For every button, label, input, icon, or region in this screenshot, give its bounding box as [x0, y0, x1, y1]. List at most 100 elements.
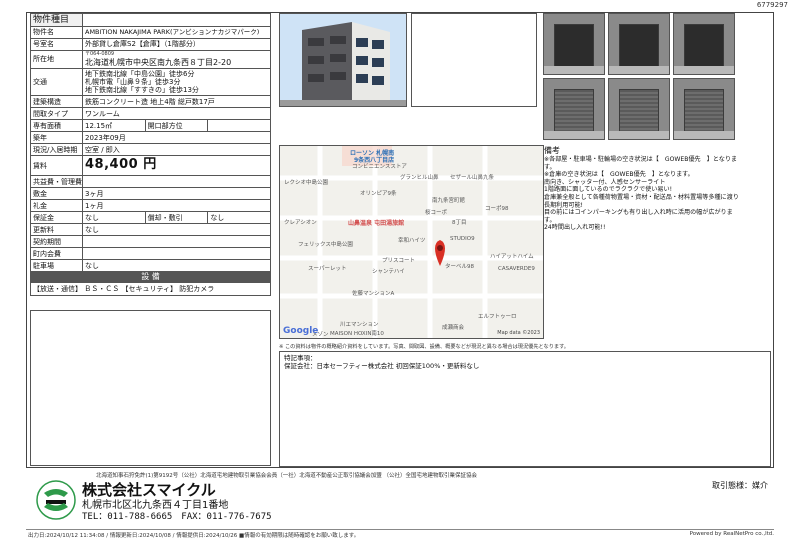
map-label: 幸和ハイツ [398, 238, 426, 244]
map-label: 桜コーポ [425, 210, 448, 216]
shutter-photo[interactable] [673, 78, 735, 140]
orientation-label: 開口部方位 [144, 119, 209, 133]
equipment-value: 【放送・通信】 ＢＳ・ＣＳ 【セキュリティ】 防犯カメラ [30, 282, 271, 297]
special-notes: 特記事項： 保証会社：日本セーフティー株式会社 初回保証100%・更新料なし [279, 351, 771, 467]
remarks-line: 24時間出し入れ可能!! [544, 224, 606, 232]
company-logo-icon [36, 480, 76, 520]
header-label: 物件種目 [30, 13, 83, 27]
map-label: 山鼻温泉 屯田湯旅館 [348, 220, 405, 227]
key-money-label: 礼金 [30, 199, 83, 213]
community-fee-label: 町内会費 [30, 247, 83, 261]
storage-photo[interactable] [543, 13, 605, 75]
remarks-line: 目の前にはコインパーキングも有り出し入れ時に活用の幅が広がりま [544, 209, 733, 217]
amortization-label: 償却・敷引 [144, 211, 209, 225]
map-label: 佐藤マンションA [352, 291, 395, 297]
parking-label: 駐車場 [30, 259, 83, 273]
map-label: クレアシオン [284, 220, 317, 226]
google-logo: Google [283, 326, 319, 336]
map-label: 成瀬商会 [442, 325, 465, 331]
location-label: 所在地 [30, 50, 83, 69]
storage-photo[interactable] [608, 13, 670, 75]
area-label: 専有面積 [30, 119, 83, 133]
remarks-line: ※倉庫の空き状況は【 GOWEB優先 】となります。 [544, 171, 694, 179]
page-id: 6779297 [756, 1, 788, 9]
map-label: エルフトゥーロ [478, 314, 517, 320]
license-info: 北海道知事石狩免許(1)第9192号（公社）北海道宅地建物取引業協会会員（一社）… [96, 473, 478, 479]
photo-placeholder [411, 13, 537, 107]
renewal-label: 更新料 [30, 223, 83, 237]
shutter-photo[interactable] [608, 78, 670, 140]
map-label: 8丁目 [452, 220, 467, 226]
parking-value: なし [82, 259, 271, 273]
transaction-type: 取引態様：媒介 [712, 481, 768, 490]
map-label: オリンピア9条 [360, 191, 397, 197]
remarks-line: ※各部屋・駐車場・駐輪場の空き状況は【 GOWEB優先 】となりま [544, 156, 738, 163]
layout-value: ワンルーム [82, 107, 271, 121]
blank-panel [30, 310, 271, 466]
map-label: セザール山鼻九条 [450, 175, 495, 181]
map-label: フェリックス中島公園 [298, 242, 353, 248]
common-fee-value [82, 175, 271, 189]
built-label: 築年 [30, 131, 83, 145]
status-value: 空室 / 即入 [82, 143, 271, 157]
location-map[interactable]: ローソン 札幌南 9条西八丁目店 コンビニエンスストア レクシオ中島公園 グラン… [279, 145, 544, 339]
layout-label: 間取タイプ [30, 107, 83, 121]
shutter-photo[interactable] [543, 78, 605, 140]
map-label: スーパーレット [308, 266, 347, 272]
room-name: 外部貸し倉庫S2【倉庫】（1階部分） [82, 38, 271, 51]
powered-by: Powered by RealNetPro co.,ltd. [689, 531, 774, 537]
map-label: コンビニエンスストア [352, 164, 407, 170]
built-value: 2023年09月 [82, 131, 271, 145]
map-label: STUDIO9 [450, 236, 475, 242]
map-label: グランヒル山鼻 [400, 175, 439, 181]
key-money-value: 1ヶ月 [82, 199, 271, 213]
room-label: 号室名 [30, 38, 83, 51]
remarks-text: ※各部屋・駐車場・駐輪場の空き状況は【 GOWEB優先 】となりま す。 ※倉庫… [544, 156, 770, 232]
equipment-header: 設 備 [30, 271, 271, 284]
map-label: レクシオ中島公園 [284, 180, 329, 186]
disclaimer: ※ この資料は物件の概略紹介資料をしています。写真、間取図、設備、概要などが現況… [279, 344, 569, 350]
map-label: MAISON HOXIN南10 [330, 331, 384, 337]
contract-label: 契約期間 [30, 235, 83, 249]
rent-label: 賃料 [30, 155, 83, 177]
name-label: 物件名 [30, 26, 83, 39]
remarks-line: 倉庫兼全般として各種荷物置場・資材・配送品・材料置場等多種に渡り [544, 194, 739, 202]
address-value: 北海道札幌市中央区南九条西８丁目2-20 [85, 57, 232, 67]
property-name: AMBITION NAKAJIMA PARK(アンビションナカジマパーク) [82, 26, 271, 39]
map-credit: Map data ©2023 [497, 330, 540, 336]
structure-label: 建築構造 [30, 95, 83, 109]
renewal-value: なし [82, 223, 271, 237]
property-spec-table: 物件種目 物件名 AMBITION NAKAJIMA PARK(アンビションナカジ… [30, 13, 271, 297]
guarantee-value: なし [82, 211, 146, 225]
map-label: 南九条宮町館 [432, 198, 466, 204]
print-info: 出力日:2024/10/12 11:34:08 / 情報更新日:2024/10/… [28, 533, 360, 539]
guarantee-label: 保証金 [30, 211, 83, 225]
storage-photo[interactable] [673, 13, 735, 75]
footer-divider [26, 529, 774, 530]
company-phone: TEL：011-788-6665 FAX：011-776-7675 [82, 512, 272, 522]
transport-label: 交通 [30, 67, 83, 97]
structure-value: 鉄筋コンクリート造 地上4階 総戸数17戸 [82, 95, 271, 109]
transport-line: 地下鉄南北線「すすきの」徒歩13分 [85, 86, 199, 95]
common-fee-label: 共益費・管理費 [30, 175, 83, 189]
rent-value: 48,400 円 [82, 155, 271, 177]
amortization-value: なし [207, 211, 271, 225]
map-label: ターベル98 [445, 264, 474, 270]
building-photo[interactable] [279, 13, 407, 107]
remarks-line: 1階路面に面しているのでラクラクで使い易い! [544, 186, 673, 194]
map-label: CASAVERDE9 [498, 266, 535, 272]
status-label: 現況/入居時期 [30, 143, 83, 157]
map-label: ハイアットハイム [490, 254, 534, 260]
map-label: 川エマンション [340, 322, 379, 328]
map-label: コーポ98 [485, 206, 509, 212]
transport-line: 札幌市電「山鼻９条」徒歩3分 [85, 77, 181, 86]
guarantor-note: 保証会社：日本セーフティー株式会社 初回保証100%・更新料なし [284, 362, 480, 371]
contract-value [82, 235, 271, 249]
deposit-value: 3ヶ月 [82, 187, 271, 201]
remarks-title: 備考 [544, 146, 560, 155]
community-fee-value [82, 247, 271, 261]
orientation-value [207, 119, 271, 133]
area-value: 12.15㎡ [82, 119, 146, 133]
map-label: シャンテハイ [372, 269, 405, 275]
map-label: プリスコート [382, 258, 416, 264]
